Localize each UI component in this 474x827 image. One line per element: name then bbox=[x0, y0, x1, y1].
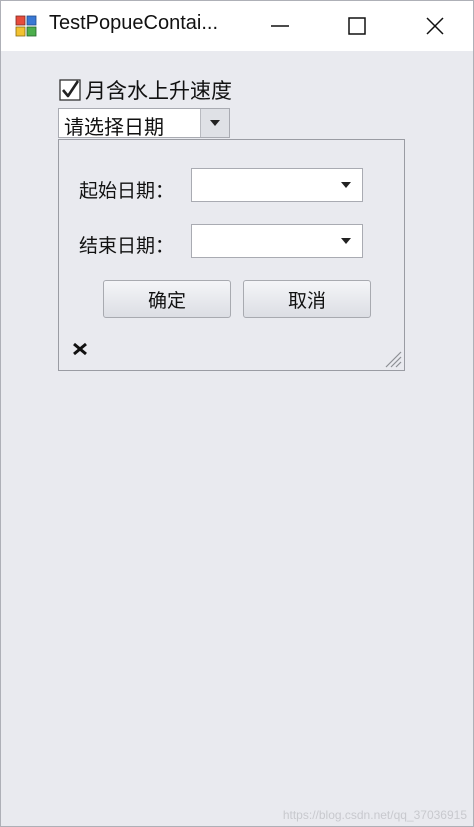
ok-button[interactable]: 确定 bbox=[103, 280, 231, 318]
cancel-button[interactable]: 取消 bbox=[243, 280, 371, 318]
resize-grip-icon[interactable] bbox=[382, 348, 402, 368]
start-date-picker[interactable] bbox=[191, 168, 363, 202]
end-date-label: 结束日期： bbox=[79, 235, 175, 257]
close-icon bbox=[426, 17, 444, 35]
watermark: https://blog.csdn.net/qq_37036915 bbox=[282, 808, 467, 822]
date-popup: 起始日期： 结束日期： 确定 取消 bbox=[58, 139, 405, 371]
end-date-dropdown[interactable] bbox=[336, 225, 356, 257]
chevron-down-icon bbox=[341, 182, 351, 188]
date-select-combo[interactable]: 请选择日期 bbox=[58, 108, 230, 139]
start-date-label: 起始日期： bbox=[79, 180, 175, 202]
minimize-button[interactable] bbox=[251, 1, 309, 51]
combo-value: 请选择日期 bbox=[64, 115, 164, 139]
app-icon bbox=[15, 15, 37, 37]
window-title: TestPopueContai... bbox=[49, 12, 218, 34]
title-bar[interactable]: TestPopueContai... bbox=[1, 1, 473, 51]
combo-dropdown-button[interactable] bbox=[200, 109, 229, 137]
minimize-icon bbox=[271, 25, 289, 27]
app-window: TestPopueContai... 月含水上升速度 请选择日期 起始日期： 结… bbox=[0, 0, 474, 827]
client-area: 月含水上升速度 请选择日期 起始日期： 结束日期： 确定 取消 https://… bbox=[1, 53, 473, 826]
close-x-icon[interactable] bbox=[71, 340, 89, 358]
water-rise-checkbox[interactable]: 月含水上升速度 bbox=[59, 77, 232, 103]
maximize-button[interactable] bbox=[328, 1, 386, 51]
maximize-icon bbox=[348, 17, 366, 35]
checkmark-icon bbox=[59, 79, 81, 101]
end-date-picker[interactable] bbox=[191, 224, 363, 258]
start-date-dropdown[interactable] bbox=[336, 169, 356, 201]
checkbox-box[interactable] bbox=[59, 79, 81, 101]
chevron-down-icon bbox=[341, 238, 351, 244]
close-button[interactable] bbox=[406, 1, 464, 51]
chevron-down-icon bbox=[210, 120, 220, 126]
checkbox-label: 月含水上升速度 bbox=[85, 79, 232, 103]
